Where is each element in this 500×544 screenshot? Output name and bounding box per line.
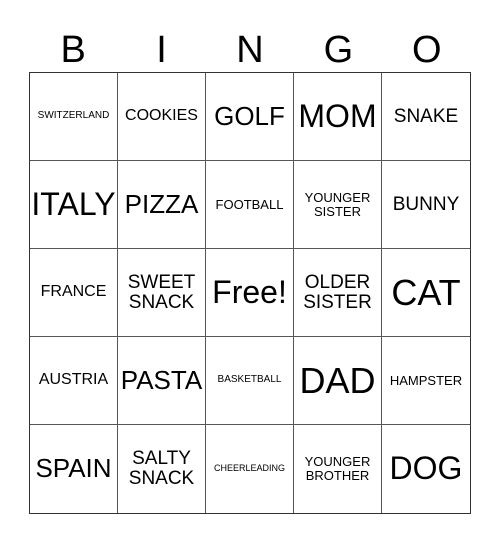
bingo-grid: SWITZERLAND COOKIES GOLF MOM SNAKE ITALY… xyxy=(29,72,471,514)
bingo-header: B I N G O xyxy=(29,28,471,72)
bingo-cell[interactable]: PIZZA xyxy=(118,161,206,249)
bingo-cell[interactable]: CAT xyxy=(382,249,470,337)
header-letter-b: B xyxy=(60,29,86,71)
free-space-cell[interactable]: Free! xyxy=(206,249,294,337)
bingo-cell[interactable]: BUNNY xyxy=(382,161,470,249)
bingo-cell[interactable]: MOM xyxy=(294,73,382,161)
bingo-cell[interactable]: SALTY SNACK xyxy=(118,425,206,513)
bingo-cell[interactable]: HAMPSTER xyxy=(382,337,470,425)
bingo-cell[interactable]: ITALY xyxy=(30,161,118,249)
bingo-cell[interactable]: COOKIES xyxy=(118,73,206,161)
bingo-cell[interactable]: CHEERLEADING xyxy=(206,425,294,513)
header-letter-g: G xyxy=(323,29,354,71)
bingo-cell[interactable]: DOG xyxy=(382,425,470,513)
bingo-cell[interactable]: YOUNGER BROTHER xyxy=(294,425,382,513)
bingo-cell[interactable]: SPAIN xyxy=(30,425,118,513)
bingo-cell[interactable]: AUSTRIA xyxy=(30,337,118,425)
bingo-cell[interactable]: OLDER SISTER xyxy=(294,249,382,337)
bingo-cell[interactable]: SNAKE xyxy=(382,73,470,161)
bingo-cell[interactable]: FRANCE xyxy=(30,249,118,337)
header-letter-o: O xyxy=(411,29,442,71)
bingo-cell[interactable]: SWITZERLAND xyxy=(30,73,118,161)
bingo-cell[interactable]: DAD xyxy=(294,337,382,425)
bingo-cell[interactable]: PASTA xyxy=(118,337,206,425)
bingo-cell[interactable]: YOUNGER SISTER xyxy=(294,161,382,249)
bingo-cell[interactable]: GOLF xyxy=(206,73,294,161)
bingo-cell[interactable]: SWEET SNACK xyxy=(118,249,206,337)
header-letter-i: I xyxy=(156,29,167,71)
bingo-cell[interactable]: BASKETBALL xyxy=(206,337,294,425)
bingo-cell[interactable]: FOOTBALL xyxy=(206,161,294,249)
header-letter-n: N xyxy=(236,29,264,71)
